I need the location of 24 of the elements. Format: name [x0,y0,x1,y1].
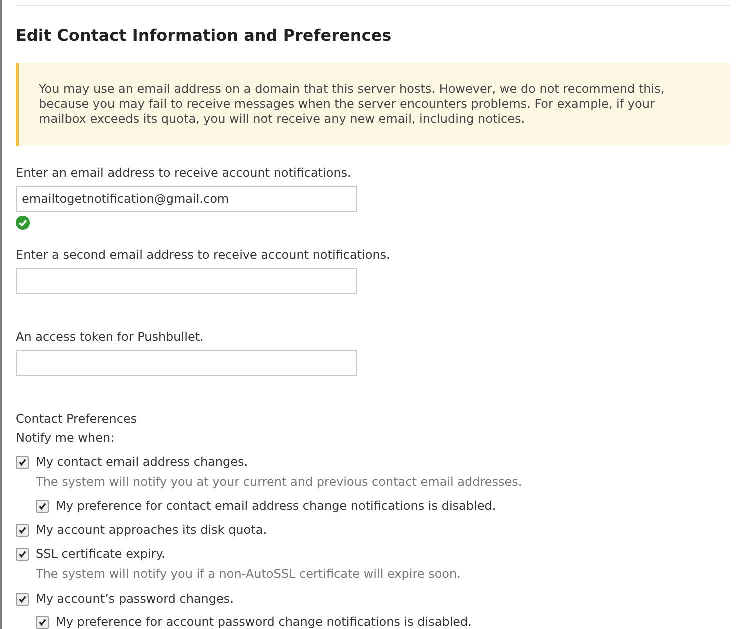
checkbox[interactable] [16,456,29,468]
input-field[interactable] [16,268,357,294]
field-label: Enter an email address to receive account notifications. [16,166,352,180]
option-label: My preference for account password change notifications is disabled. [56,614,472,629]
page-title: Edit Contact Information and Preferences [16,26,393,45]
section-subheading: Notify me when: [16,430,116,447]
checkbox[interactable] [36,616,49,628]
option-label: My account approaches its disk quota. [36,522,268,539]
option-label: SSL certificate expiry. [36,546,166,563]
checkbox[interactable] [16,592,29,606]
option-label: My preference for contact email address change notifications is disabled. [56,498,496,515]
option-description: The system will notify you at your current and previous contact email addresses. [36,474,524,491]
input-field[interactable] [16,350,357,376]
option-label: My contact email address changes. [36,454,248,471]
checkbox[interactable] [16,548,29,560]
field-label: An access token for Pushbullet. [16,330,205,344]
option-label: My account’s password changes. [36,591,234,608]
checkbox[interactable] [16,524,29,536]
section-heading: Contact Preferences [16,411,138,428]
input-field[interactable]: emailtogetnotification@gmail.com [16,186,357,212]
option-description: The system will notify you if a non-AutoSSL certificate will expire soon. [36,566,462,583]
checkbox[interactable] [36,500,49,512]
warning-notice: You may use an email address on a domain that this server hosts. However, we do not recommend this, because you may fail to receive messages when the server encounters problems. For example, if your mailbox exceeds its quota, you will not receive any new email, including notices. [16,63,730,146]
field-label: Enter a second email address to receive account notifications. [16,248,392,262]
